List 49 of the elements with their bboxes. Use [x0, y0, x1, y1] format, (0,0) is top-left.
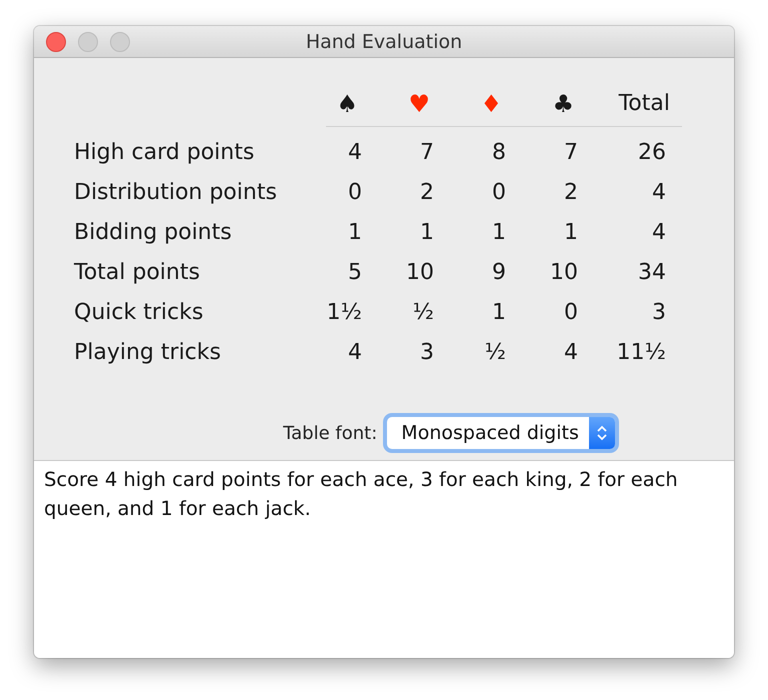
table-cell-text: 34 — [637, 259, 667, 287]
table-cell-text: 4 — [651, 179, 667, 207]
row-label: Total points — [74, 259, 201, 287]
table-cell-text: 4 — [347, 339, 362, 367]
table-cell-text: 1½ — [326, 299, 362, 327]
table-cell-text: 4 — [563, 339, 578, 367]
zoom-button[interactable] — [110, 32, 130, 52]
table-cell-text: 7 — [419, 139, 434, 167]
table-cell-text: 10 — [405, 259, 434, 287]
table-cell-text: 7 — [563, 139, 578, 167]
table-cell-text: 1 — [419, 219, 434, 247]
table-cell-text: 0 — [347, 179, 362, 207]
table-cell-text: 1 — [491, 219, 506, 247]
window-title: Hand Evaluation — [306, 30, 462, 52]
table-cell-text: 1 — [563, 219, 578, 247]
description-text: Score 4 high card points for each ace, 3 for each king, 2 for each queen, and 1 for each jack. — [44, 467, 679, 522]
table-cell-text: 0 — [563, 299, 578, 327]
row-label: Quick tricks — [74, 299, 204, 327]
table-cell-text: 10 — [549, 259, 578, 287]
column-header: Total — [578, 82, 682, 127]
minimize-button[interactable] — [78, 32, 98, 52]
table-cell-text: 1 — [491, 299, 506, 327]
table-cell-text: 3 — [651, 299, 667, 327]
table-cell-text: ½ — [412, 299, 434, 327]
row-label: Bidding points — [74, 219, 233, 247]
table-cell-text: 9 — [491, 259, 506, 287]
table-cell-text: 1 — [347, 219, 362, 247]
table-cell-text: 11½ — [616, 339, 667, 367]
chevron-updown-icon — [596, 424, 608, 442]
table-cell-text: 0 — [491, 179, 506, 207]
row-label: High card points — [74, 139, 256, 167]
column-header: ♦ — [434, 82, 506, 127]
row-label: Playing tricks — [74, 339, 222, 367]
table-cell-text: 8 — [491, 139, 506, 167]
column-header: ♠ — [326, 82, 362, 127]
table-font-popup[interactable]: Monospaced digits — [387, 417, 615, 449]
table-cell-text: 2 — [563, 179, 578, 207]
column-header: ♣ — [506, 82, 578, 127]
table-cell-text: 4 — [347, 139, 362, 167]
row-label: Distribution points — [74, 179, 278, 207]
column-header: ♥ — [362, 82, 434, 127]
table-cell-text: 5 — [347, 259, 362, 287]
close-button[interactable] — [46, 32, 66, 52]
table-cell-text: 3 — [419, 339, 434, 367]
table-cell-text: 2 — [419, 179, 434, 207]
table-cell-text: 26 — [637, 139, 667, 167]
table-cell-text: ½ — [484, 339, 506, 367]
table-cell-text: 4 — [651, 219, 667, 247]
table-font-label: Table font: — [283, 422, 378, 444]
